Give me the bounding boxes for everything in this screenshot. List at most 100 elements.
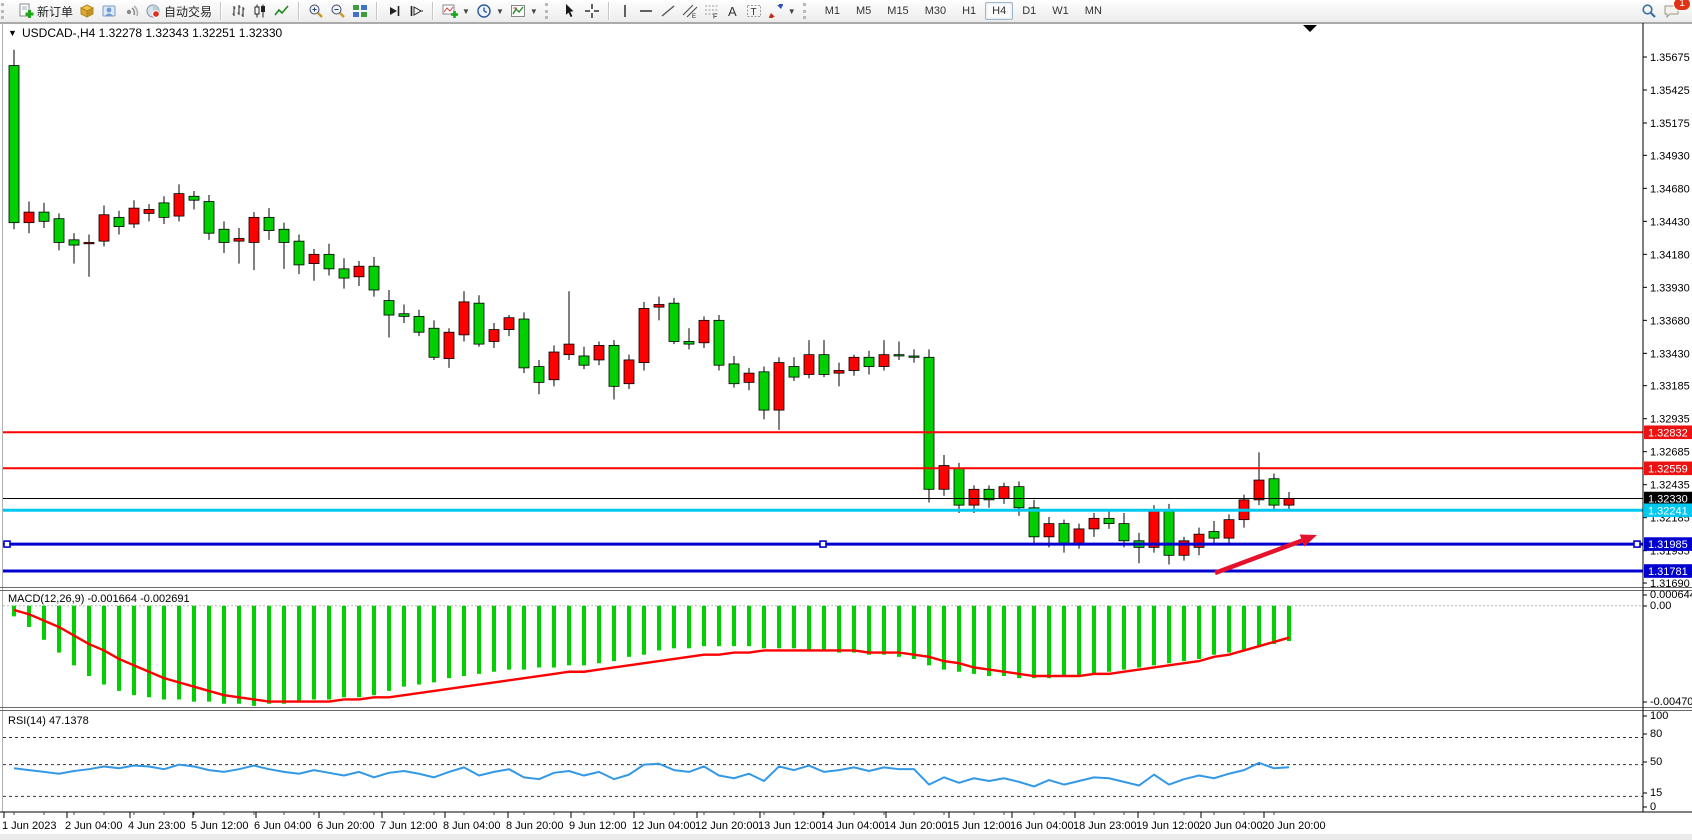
dropdown-caret: ▼ (462, 7, 470, 16)
candle-body (549, 352, 559, 380)
search-button[interactable] (1638, 1, 1660, 21)
hline-handle[interactable] (820, 541, 826, 547)
crosshair-button[interactable] (581, 1, 603, 21)
timeframe-m30[interactable]: M30 (918, 2, 953, 20)
candle-body (174, 194, 184, 216)
candle-body (744, 373, 754, 382)
chart-shift-button[interactable] (405, 1, 427, 21)
timeframe-m5[interactable]: M5 (849, 2, 878, 20)
zoom-out-icon (330, 3, 346, 19)
time-tick-label: 20 Jun 20:00 (1262, 820, 1326, 832)
new-order-icon (18, 3, 34, 19)
candle-body (204, 202, 214, 234)
timeframe-m15[interactable]: M15 (880, 2, 915, 20)
candle-body (1089, 518, 1099, 529)
chart-background (0, 22, 1692, 840)
price-badge-resistance-2: 1.32559 (1644, 462, 1692, 476)
cursor-icon (562, 3, 578, 19)
candle-body (129, 208, 139, 224)
channel-tool[interactable]: E (679, 1, 701, 21)
time-tick-label: 4 Jun 23:00 (128, 820, 186, 832)
vertical-line-icon (618, 3, 632, 19)
market-button[interactable] (76, 1, 98, 21)
candlestick-mode-button[interactable] (249, 1, 271, 21)
candle-body (804, 355, 814, 375)
autotrade-button[interactable]: 自动交易 (142, 1, 215, 21)
price-tick-label: 1.34680 (1650, 183, 1690, 195)
candle-body (489, 330, 499, 342)
label-tool[interactable]: T (743, 1, 765, 21)
svg-text:T: T (750, 7, 756, 18)
toolbar-grip[interactable] (1, 3, 9, 19)
bar-chart-icon (230, 3, 246, 19)
zoom-out-button[interactable] (327, 1, 349, 21)
candle-body (729, 364, 739, 384)
rsi-scale-label: 80 (1650, 728, 1662, 740)
toolbar-grip[interactable] (545, 3, 553, 19)
candle-body (564, 344, 574, 355)
candle-body (699, 320, 709, 342)
trendline-tool[interactable] (657, 1, 679, 21)
search-icon (1641, 3, 1657, 19)
timeframe-h4[interactable]: H4 (985, 2, 1013, 20)
candle-body (279, 229, 289, 242)
notifications-button[interactable]: 1 (1660, 1, 1684, 21)
candle-body (894, 355, 904, 356)
price-tick-label: 1.33680 (1650, 315, 1690, 327)
line-chart-icon (274, 3, 290, 19)
auto-scroll-button[interactable] (383, 1, 405, 21)
price-tick-label: 1.33185 (1650, 381, 1690, 393)
window-bottom-edge (0, 834, 1692, 840)
text-tool[interactable]: A (723, 1, 743, 21)
signals-button[interactable] (120, 1, 142, 21)
price-tick-label: 1.33930 (1650, 282, 1690, 294)
templates-button[interactable]: ▼ (507, 1, 541, 21)
zoom-in-button[interactable] (305, 1, 327, 21)
hline-handle[interactable] (4, 541, 10, 547)
macd-label: MACD(12,26,9) -0.001664 -0.002691 (8, 593, 190, 605)
template-icon (510, 3, 526, 19)
chart-area[interactable]: ▼USDCAD-,H4 1.32278 1.32343 1.32251 1.32… (0, 22, 1692, 840)
cursor-button[interactable] (559, 1, 581, 21)
candle-body (594, 345, 604, 360)
fibonacci-tool[interactable]: F (701, 1, 723, 21)
chart-menu-arrow[interactable]: ▼ (8, 28, 17, 38)
horizontal-line-tool[interactable] (635, 1, 657, 21)
timeframe-w1[interactable]: W1 (1045, 2, 1076, 20)
candle-body (834, 371, 844, 374)
timeframe-d1[interactable]: D1 (1015, 2, 1043, 20)
tile-windows-button[interactable] (349, 1, 371, 21)
candle-body (534, 367, 544, 383)
profile-button[interactable] (98, 1, 120, 21)
indicators-button[interactable]: ▼ (439, 1, 473, 21)
toolbar-grip[interactable] (803, 3, 811, 19)
candle-body (54, 219, 64, 243)
vertical-line-tool[interactable] (615, 1, 635, 21)
new-order-button[interactable]: 新订单 (15, 1, 76, 21)
label-icon: T (746, 3, 762, 19)
timeframe-h1[interactable]: H1 (955, 2, 983, 20)
hline-handle[interactable] (1634, 541, 1640, 547)
candle-body (24, 212, 34, 223)
candle-body (1284, 499, 1294, 506)
candle-body (354, 266, 364, 277)
timeframe-mn[interactable]: MN (1078, 2, 1109, 20)
separator (298, 2, 300, 20)
arrows-tool[interactable]: ▼ (765, 1, 799, 21)
price-tick-label: 1.35675 (1650, 52, 1690, 64)
price-tick-label: 1.32435 (1650, 480, 1690, 492)
arrows-icon (768, 3, 784, 19)
periods-button[interactable]: ▼ (473, 1, 507, 21)
price-badge-support-blue-1: 1.31985 (1644, 537, 1692, 551)
bar-chart-mode-button[interactable] (227, 1, 249, 21)
time-tick-label: 8 Jun 20:00 (506, 820, 564, 832)
candle-body (1044, 524, 1054, 537)
candle-body (1209, 532, 1219, 539)
profile-icon (101, 3, 117, 19)
time-tick-label: 13 Jun 12:00 (758, 820, 822, 832)
dropdown-caret: ▼ (788, 7, 796, 16)
timeframe-m1[interactable]: M1 (818, 2, 847, 20)
time-tick-label: 14 Jun 20:00 (884, 820, 948, 832)
candle-body (1104, 518, 1114, 523)
line-chart-mode-button[interactable] (271, 1, 293, 21)
